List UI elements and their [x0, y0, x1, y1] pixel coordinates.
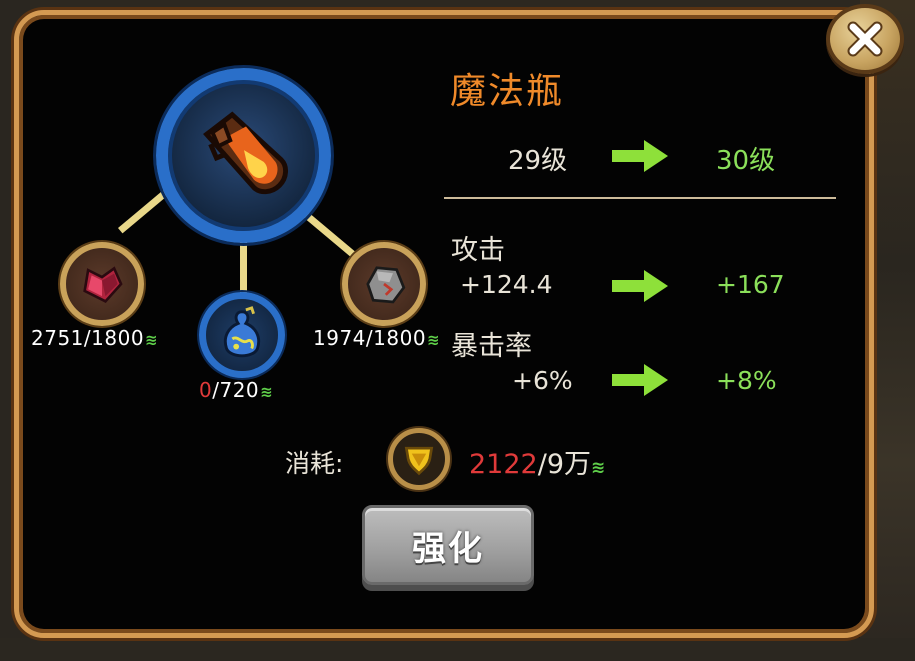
- rank-up-icon: ≋: [591, 458, 605, 478]
- material-need: /1800: [83, 326, 145, 350]
- item-title: 魔法瓶: [450, 71, 565, 112]
- stat-label-crit-rate: 暴击率: [451, 331, 532, 362]
- level-next: 30级: [716, 146, 776, 176]
- magic-bottle-item-icon[interactable]: [156, 68, 331, 243]
- divider: [444, 197, 836, 199]
- connector-center: [240, 240, 247, 296]
- strengthen-button[interactable]: 强化: [362, 505, 534, 585]
- material-have: 2751: [31, 326, 84, 350]
- close-icon: [847, 21, 883, 57]
- rank-up-icon: ≋: [145, 331, 158, 349]
- cost-have: 2122: [469, 449, 538, 480]
- cost-need: /9万: [537, 449, 591, 480]
- gold-shield-coin-icon: [388, 428, 450, 490]
- material-need: /720: [212, 378, 260, 402]
- stat-attack-next: +167: [716, 270, 785, 299]
- stat-crit-next: +8%: [716, 366, 777, 395]
- stat-label-attack: 攻击: [451, 235, 505, 266]
- cost-label: 消耗:: [285, 449, 344, 478]
- stone-ore-icon: [366, 266, 406, 304]
- red-gem-icon: [83, 266, 123, 303]
- blue-gourd-icon: [223, 306, 261, 358]
- material-blue-gourd-count: 0/720≋: [199, 378, 273, 402]
- fire-bottle-icon: [202, 110, 288, 194]
- rank-up-icon: ≋: [260, 383, 273, 401]
- shield-icon: [404, 446, 434, 476]
- material-have: 0: [199, 378, 213, 402]
- cost-value: 2122/9万≋: [469, 442, 605, 481]
- background-bottom: [0, 638, 915, 661]
- close-button[interactable]: [826, 4, 904, 74]
- attack-arrow-icon: [612, 270, 668, 302]
- material-have: 1974: [313, 326, 366, 350]
- material-need: /1800: [365, 326, 427, 350]
- material-red-gem-count: 2751/1800≋: [31, 326, 158, 350]
- crit-arrow-icon: [612, 364, 668, 396]
- material-blue-gourd[interactable]: [199, 292, 285, 378]
- level-current: 29级: [508, 146, 568, 176]
- level-arrow-icon: [612, 140, 668, 172]
- material-stone-ore-count: 1974/1800≋: [313, 326, 440, 350]
- material-stone-ore[interactable]: [342, 242, 426, 326]
- rank-up-icon: ≋: [427, 331, 440, 349]
- stat-crit-current: +6%: [512, 366, 573, 395]
- stat-attack-current: +124.4: [460, 270, 553, 299]
- material-red-gem[interactable]: [60, 242, 144, 326]
